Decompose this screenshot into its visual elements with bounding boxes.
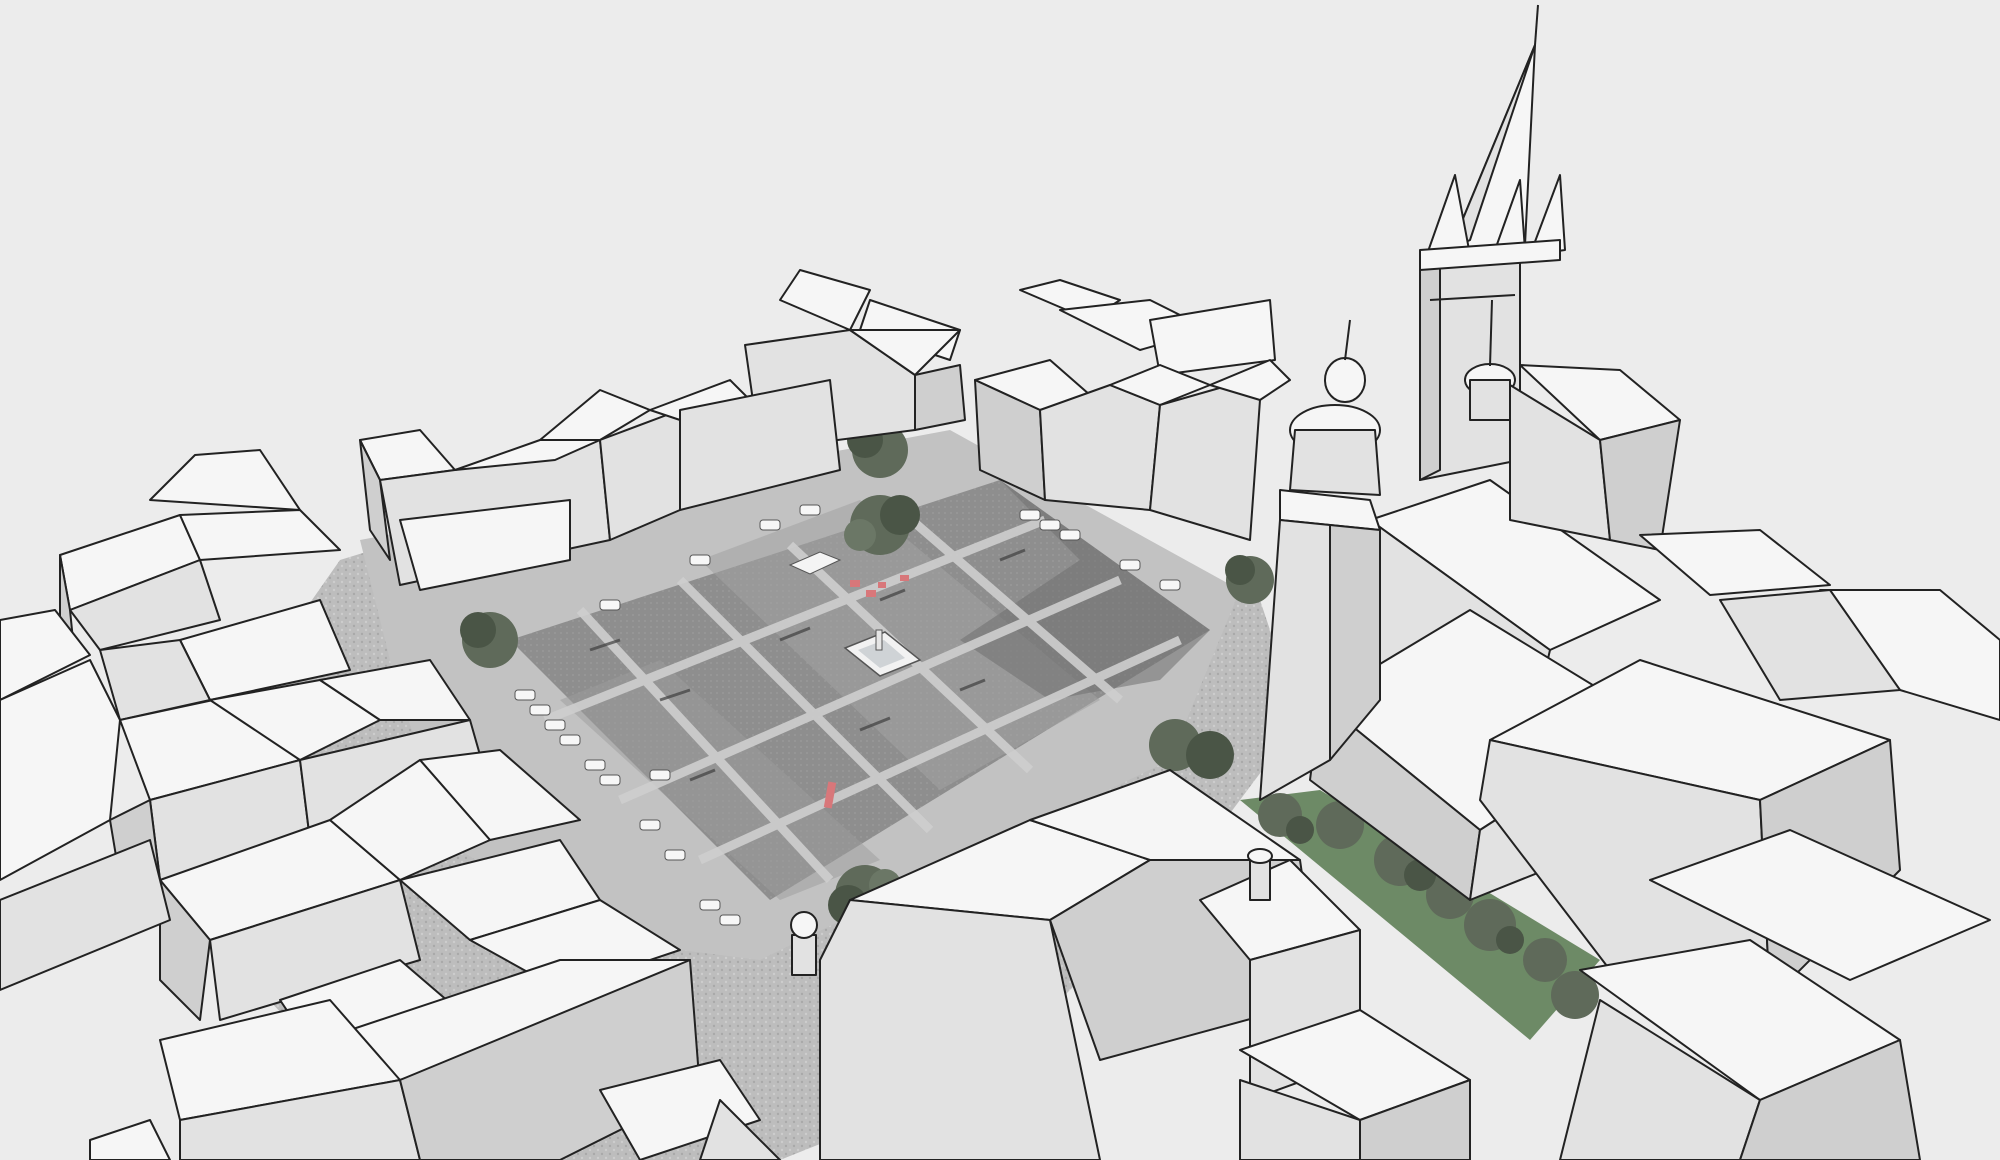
town-square-sketch-render: [0, 0, 2000, 1160]
